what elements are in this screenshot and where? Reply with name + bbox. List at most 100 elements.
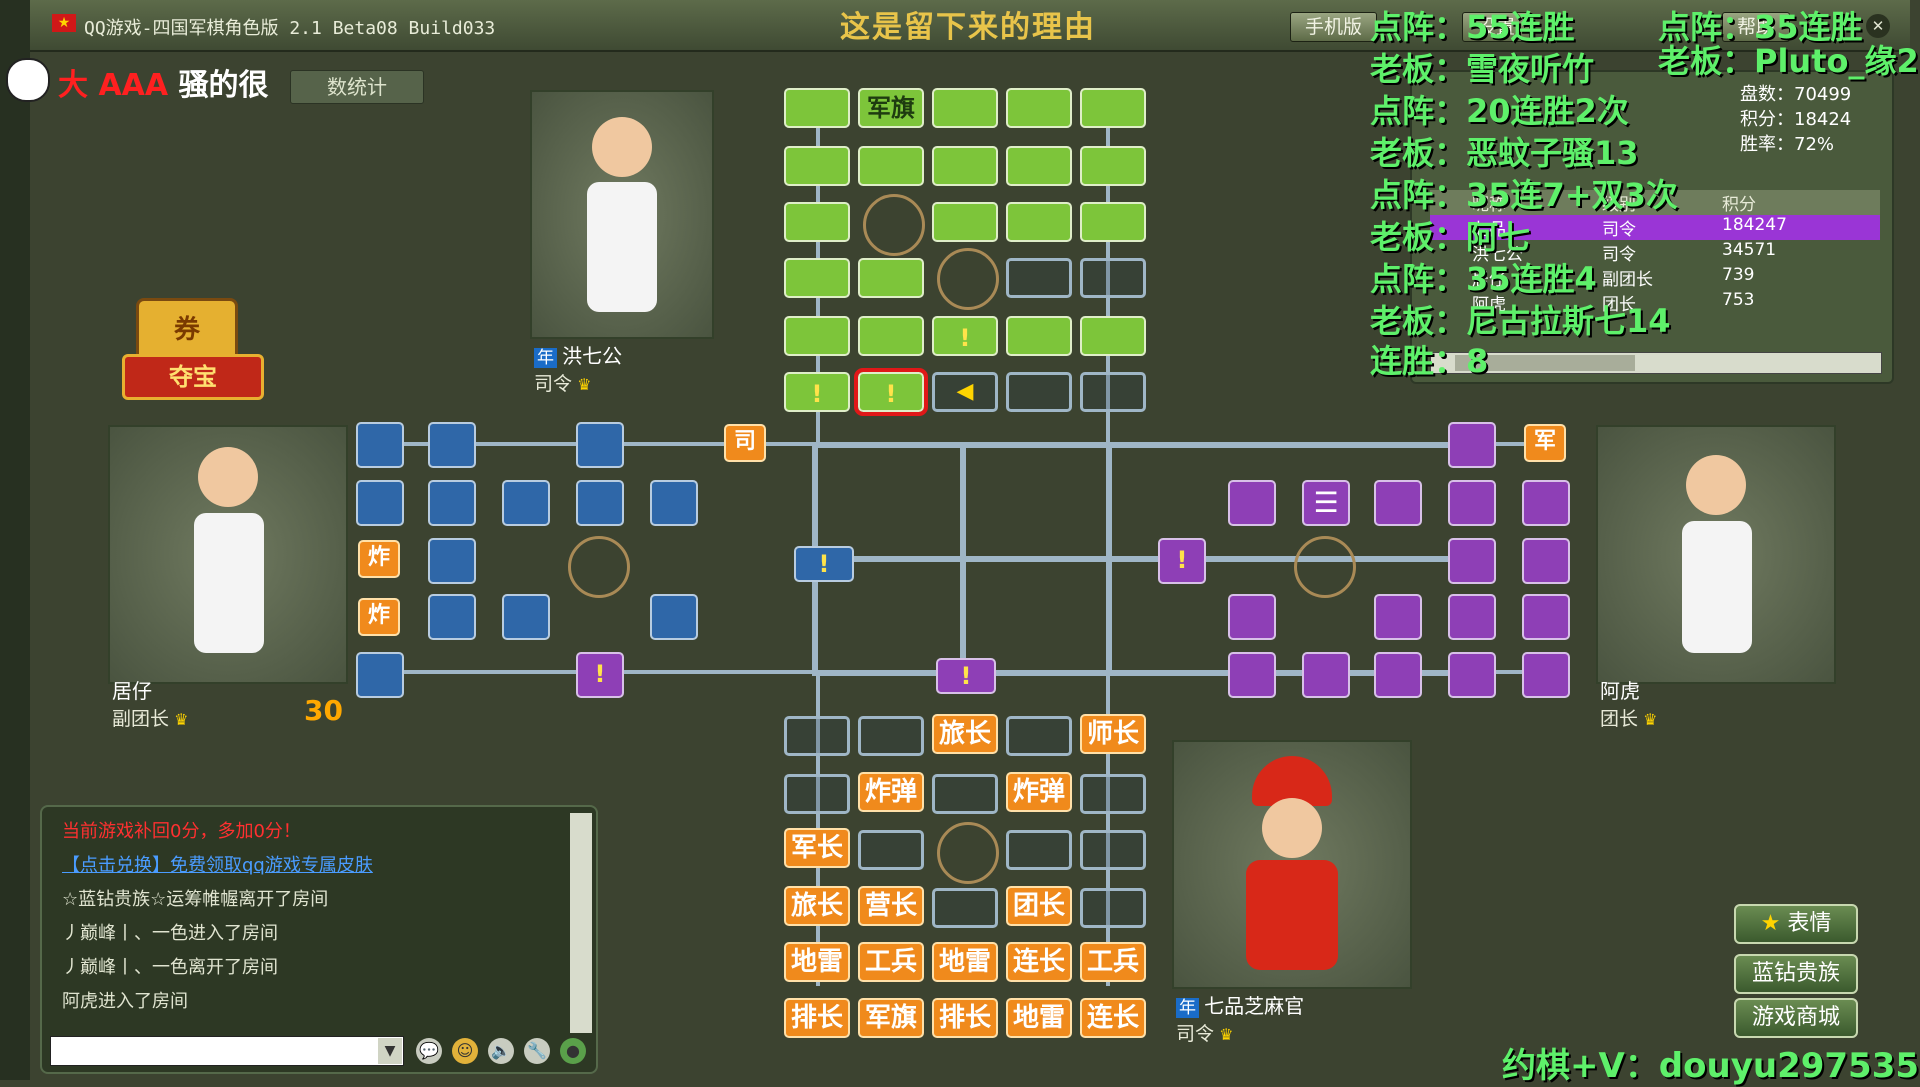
board-cell[interactable] (650, 480, 698, 526)
piece-mine[interactable]: 地雷 (784, 942, 850, 982)
board-cell[interactable] (576, 422, 624, 468)
board-cell[interactable] (784, 202, 850, 242)
board-cell[interactable] (428, 422, 476, 468)
board-cell[interactable] (858, 258, 924, 298)
piece-platoon[interactable]: 排长 (784, 998, 850, 1038)
board-cell[interactable] (784, 774, 850, 814)
piece-mine[interactable]: 地雷 (932, 942, 998, 982)
board-cell[interactable] (1006, 830, 1072, 870)
board-cell[interactable] (784, 258, 850, 298)
unknown-piece[interactable]: ! (1158, 538, 1206, 584)
board-cell[interactable] (1080, 316, 1146, 356)
piece-mine[interactable]: 地雷 (1006, 998, 1072, 1038)
emoji-icon[interactable]: ☺ (452, 1038, 478, 1064)
blue-diamond-button[interactable]: 蓝钻贵族 (1734, 954, 1858, 994)
camp-circle[interactable] (937, 248, 999, 310)
chat-scrollbar[interactable] (570, 813, 592, 1033)
camp-circle[interactable] (1294, 536, 1356, 598)
camp-circle[interactable] (937, 822, 999, 884)
board-cell[interactable] (428, 538, 476, 584)
board-cell[interactable] (576, 480, 624, 526)
board-cell[interactable] (1006, 146, 1072, 186)
piece-battalion[interactable]: 营长 (858, 886, 924, 926)
chat-link[interactable]: 【点击兑换】免费领取qq游戏专属皮肤 (62, 851, 373, 877)
board-cell[interactable] (858, 716, 924, 756)
board-cell[interactable] (1006, 716, 1072, 756)
board-cell[interactable] (1522, 538, 1570, 584)
unknown-piece[interactable]: ! (576, 652, 624, 698)
board-cell[interactable] (1080, 258, 1146, 298)
piece-brigadier[interactable]: 旅长 (932, 714, 998, 754)
board-cell[interactable] (784, 716, 850, 756)
board-cell[interactable] (1448, 652, 1496, 698)
unknown-piece[interactable]: ! (936, 658, 996, 694)
piece-army-commander[interactable]: 军长 (784, 828, 850, 868)
board-cell[interactable] (1522, 594, 1570, 640)
game-shop-button[interactable]: 游戏商城 (1734, 998, 1858, 1038)
board-cell[interactable] (428, 594, 476, 640)
piece-brigadier[interactable]: 旅长 (784, 886, 850, 926)
board-cell[interactable] (1080, 830, 1146, 870)
board-cell[interactable] (1374, 652, 1422, 698)
board-cell[interactable] (1006, 88, 1072, 128)
piece-flag[interactable]: 军旗 (858, 998, 924, 1038)
unknown-piece[interactable]: ! (794, 546, 854, 582)
board-cell[interactable] (1374, 594, 1422, 640)
piece-company[interactable]: 连长 (1080, 998, 1146, 1038)
horizontal-scrollbar[interactable] (1430, 352, 1882, 374)
board-cell[interactable] (1006, 372, 1072, 412)
board-cell[interactable] (1374, 480, 1422, 526)
camp-circle[interactable] (863, 194, 925, 256)
board-cell[interactable] (1448, 538, 1496, 584)
board-cell[interactable] (356, 422, 404, 468)
board-cell[interactable] (1448, 594, 1496, 640)
board-cell[interactable] (502, 594, 550, 640)
board-cell[interactable] (1448, 422, 1496, 468)
board-cell[interactable] (1080, 202, 1146, 242)
board-cell[interactable] (1448, 480, 1496, 526)
close-icon[interactable]: ✕ (1866, 14, 1890, 38)
board-cell[interactable] (1080, 88, 1146, 128)
speaker-icon[interactable]: 🔈 (488, 1038, 514, 1064)
bomb-piece[interactable]: 炸 (358, 540, 400, 578)
board-cell[interactable] (858, 146, 924, 186)
board-cell[interactable] (1228, 652, 1276, 698)
board-cell[interactable] (932, 202, 998, 242)
board-cell[interactable] (650, 594, 698, 640)
board-cell[interactable] (1006, 202, 1072, 242)
emoticon-button[interactable]: ★ 表情 (1734, 904, 1858, 944)
unknown-piece[interactable]: ! (784, 372, 850, 412)
board-cell[interactable] (932, 888, 998, 928)
piece-platoon[interactable]: 排长 (932, 998, 998, 1038)
board-cell[interactable] (1080, 774, 1146, 814)
board-cell[interactable] (932, 146, 998, 186)
board-cell[interactable] (1302, 652, 1350, 698)
board-cell[interactable] (1522, 652, 1570, 698)
chat-bubble-icon[interactable]: 💬 (416, 1038, 442, 1064)
board-cell[interactable] (1522, 480, 1570, 526)
board-cell[interactable] (858, 830, 924, 870)
menu-piece-icon[interactable]: ☰ (1302, 480, 1350, 526)
mobile-button[interactable]: 手机版 (1290, 12, 1378, 42)
piece-division-commander[interactable]: 师长 (1080, 714, 1146, 754)
piece-regiment[interactable]: 团长 (1006, 886, 1072, 926)
chat-input[interactable] (50, 1036, 404, 1066)
board-cell[interactable] (1080, 146, 1146, 186)
board-cell[interactable] (1080, 888, 1146, 928)
board-cell[interactable] (356, 480, 404, 526)
piece-engineer[interactable]: 工兵 (858, 942, 924, 982)
camp-circle[interactable] (568, 536, 630, 598)
board-cell[interactable] (1006, 258, 1072, 298)
wrench-icon[interactable]: 🔧 (524, 1038, 550, 1064)
board-cell[interactable] (784, 316, 850, 356)
commander-piece[interactable]: 司 (724, 424, 766, 462)
board-cell[interactable] (502, 480, 550, 526)
flag-piece[interactable]: 军旗 (858, 88, 924, 128)
treasure-button[interactable]: 券 夺宝 (122, 290, 264, 400)
chevron-down-icon[interactable]: ▼ (378, 1038, 402, 1064)
board-cell[interactable] (858, 316, 924, 356)
army-commander-piece[interactable]: 军 (1524, 424, 1566, 462)
board-cell[interactable] (784, 88, 850, 128)
board-cell[interactable] (428, 480, 476, 526)
piece-bomb[interactable]: 炸弹 (1006, 772, 1072, 812)
